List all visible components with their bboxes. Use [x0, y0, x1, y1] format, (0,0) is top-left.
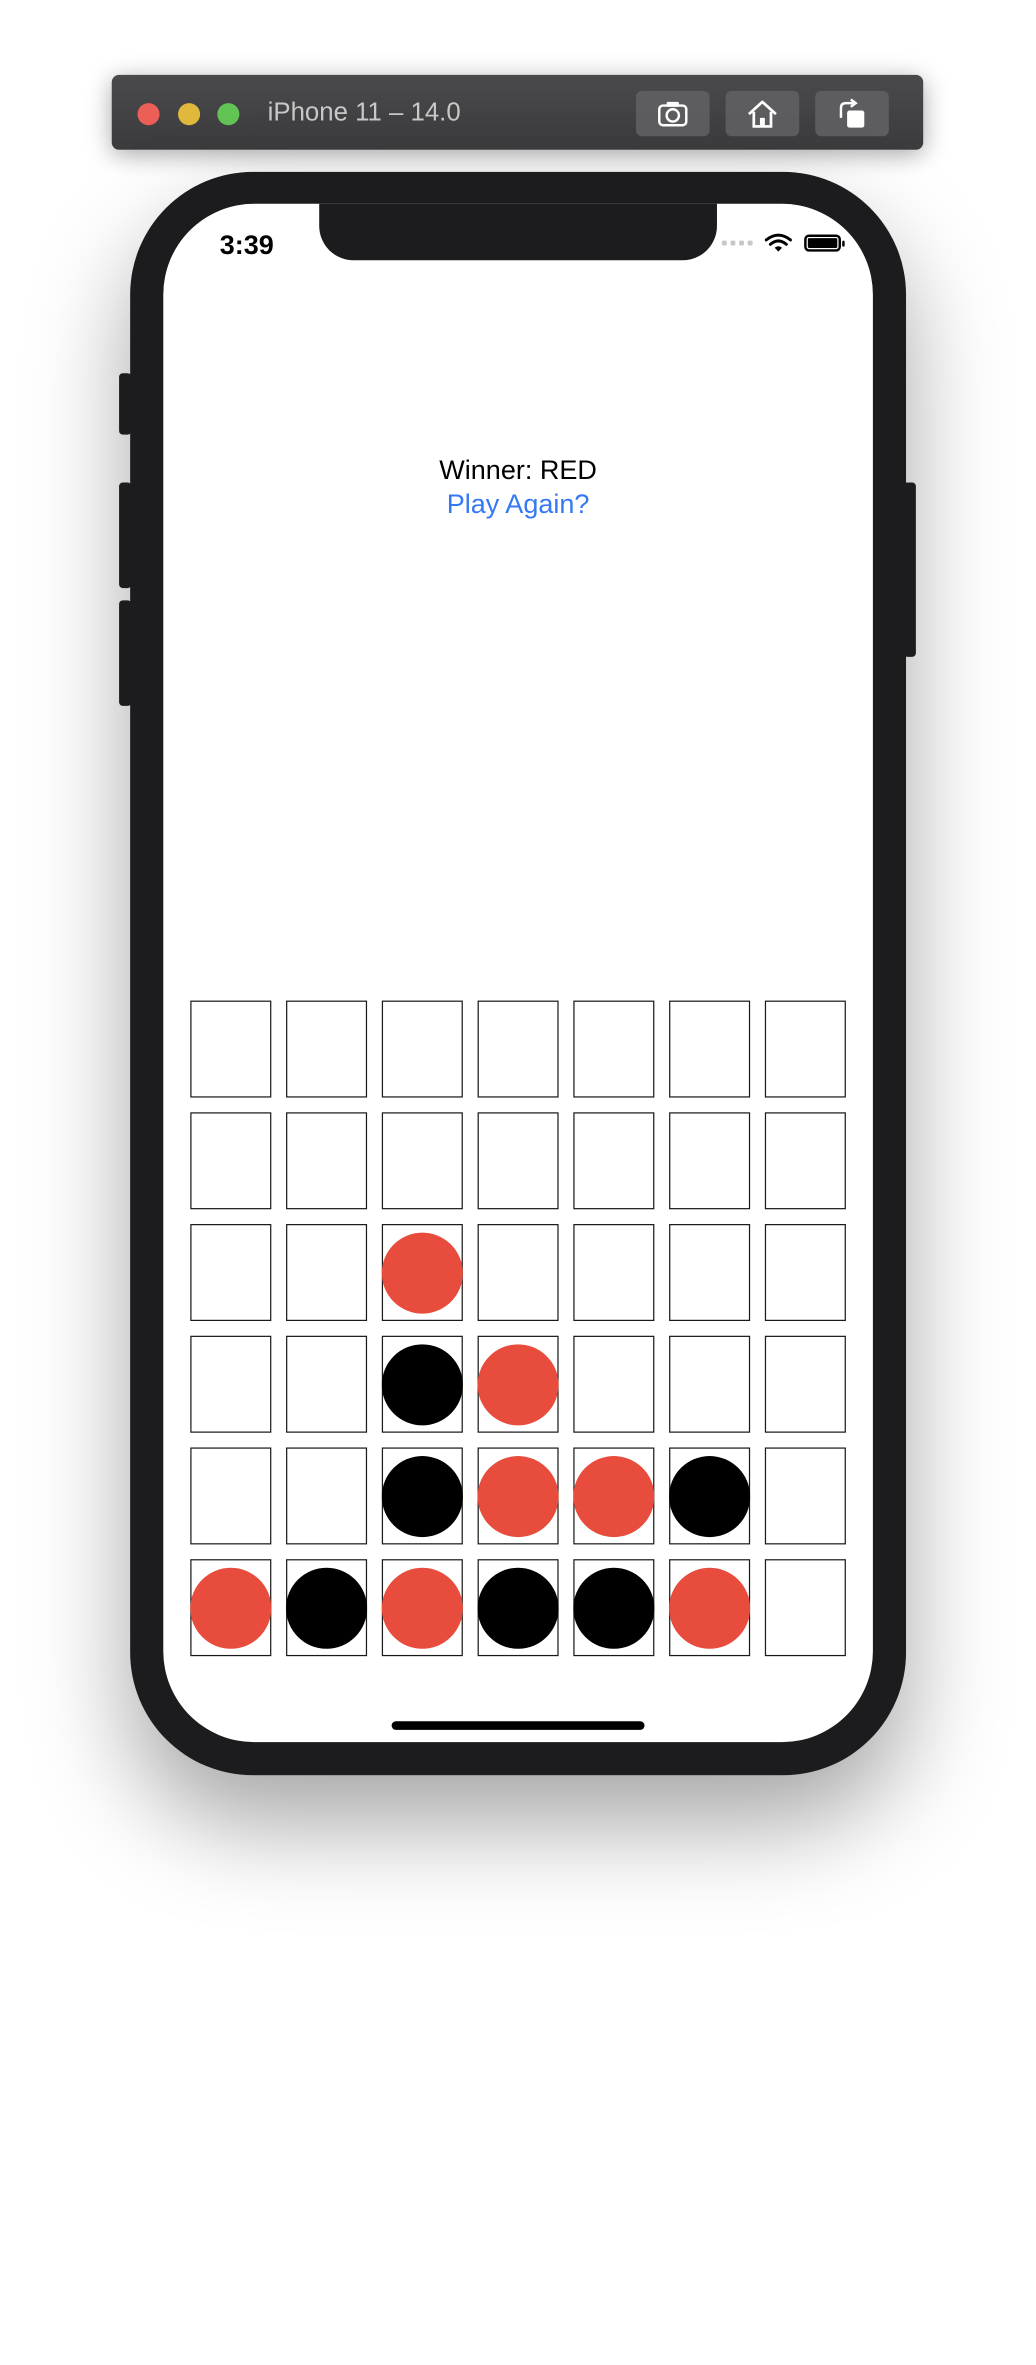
- black-disc: [477, 1567, 559, 1649]
- board-cell[interactable]: [573, 1335, 655, 1433]
- board-cell[interactable]: [381, 1335, 463, 1433]
- board-cell[interactable]: [190, 1447, 272, 1545]
- board-cell[interactable]: [477, 1000, 559, 1098]
- board-cell[interactable]: [477, 1112, 559, 1210]
- board-cell[interactable]: [669, 1112, 751, 1210]
- board-cell[interactable]: [669, 1447, 751, 1545]
- board-cell[interactable]: [573, 1559, 655, 1657]
- board-cell[interactable]: [190, 1559, 272, 1657]
- red-disc: [381, 1567, 463, 1649]
- red-disc: [477, 1455, 559, 1537]
- board-cell[interactable]: [764, 1559, 846, 1657]
- rotate-button[interactable]: [815, 90, 889, 137]
- game-board: [190, 1000, 846, 1657]
- black-disc: [573, 1567, 655, 1649]
- winner-label: Winner: RED: [439, 454, 597, 485]
- board-cell[interactable]: [286, 1000, 368, 1098]
- simulator-title-bar: iPhone 11 – 14.0: [111, 74, 924, 150]
- board-cell[interactable]: [381, 1112, 463, 1210]
- home-icon: [747, 99, 777, 128]
- screenshot-button[interactable]: [635, 90, 710, 137]
- board-cell[interactable]: [286, 1335, 368, 1433]
- board-cell[interactable]: [669, 1559, 751, 1657]
- rotate-icon: [839, 97, 865, 128]
- board-cell[interactable]: [669, 1000, 751, 1098]
- board-cell[interactable]: [381, 1224, 463, 1322]
- stage: iPhone 11 – 14.0 3:39 Winner: RED Play A…: [0, 0, 1036, 2365]
- red-disc: [573, 1455, 655, 1537]
- board-cell[interactable]: [764, 1224, 846, 1322]
- black-disc: [381, 1455, 463, 1537]
- board-cell[interactable]: [381, 1447, 463, 1545]
- screenshot-icon: [658, 101, 688, 126]
- cellular-signal-icon: [721, 240, 753, 246]
- board-cell[interactable]: [286, 1447, 368, 1545]
- red-disc: [669, 1567, 751, 1649]
- board-cell[interactable]: [764, 1000, 846, 1098]
- board-cell[interactable]: [573, 1224, 655, 1322]
- simulator-title: iPhone 11 – 14.0: [267, 98, 461, 127]
- board-cell[interactable]: [286, 1112, 368, 1210]
- board-cell[interactable]: [573, 1447, 655, 1545]
- board-cell[interactable]: [190, 1335, 272, 1433]
- black-disc: [381, 1343, 463, 1425]
- black-disc: [286, 1567, 368, 1649]
- zoom-window-button[interactable]: [217, 103, 240, 126]
- board-cell[interactable]: [477, 1335, 559, 1433]
- board-cell[interactable]: [381, 1000, 463, 1098]
- board-cell[interactable]: [764, 1335, 846, 1433]
- board-cell[interactable]: [669, 1224, 751, 1322]
- red-disc: [477, 1343, 559, 1425]
- board-cell[interactable]: [764, 1447, 846, 1545]
- home-indicator[interactable]: [391, 1721, 645, 1730]
- board-cell[interactable]: [477, 1559, 559, 1657]
- board-cell[interactable]: [477, 1224, 559, 1322]
- device-screen: 3:39 Winner: RED Play Again?: [163, 203, 873, 1743]
- notch: [319, 203, 717, 261]
- board-cell[interactable]: [573, 1000, 655, 1098]
- board-cell[interactable]: [190, 1224, 272, 1322]
- minimize-window-button[interactable]: [178, 103, 201, 126]
- board-cell[interactable]: [286, 1224, 368, 1322]
- red-disc: [381, 1231, 463, 1314]
- battery-icon: [804, 234, 845, 252]
- black-disc: [669, 1455, 751, 1537]
- red-disc: [190, 1567, 272, 1649]
- board-cell[interactable]: [573, 1112, 655, 1210]
- board-cell[interactable]: [381, 1559, 463, 1657]
- board-cell[interactable]: [477, 1447, 559, 1545]
- status-time: 3:39: [219, 229, 274, 261]
- home-button[interactable]: [725, 90, 800, 137]
- status-icons: [721, 233, 845, 253]
- board-cell[interactable]: [764, 1112, 846, 1210]
- board-cell[interactable]: [286, 1559, 368, 1657]
- board-cell[interactable]: [669, 1335, 751, 1433]
- board-cell[interactable]: [190, 1000, 272, 1098]
- play-again-button[interactable]: Play Again?: [163, 489, 873, 521]
- wifi-icon: [764, 233, 792, 252]
- board-cell[interactable]: [190, 1112, 272, 1210]
- close-window-button[interactable]: [137, 103, 160, 126]
